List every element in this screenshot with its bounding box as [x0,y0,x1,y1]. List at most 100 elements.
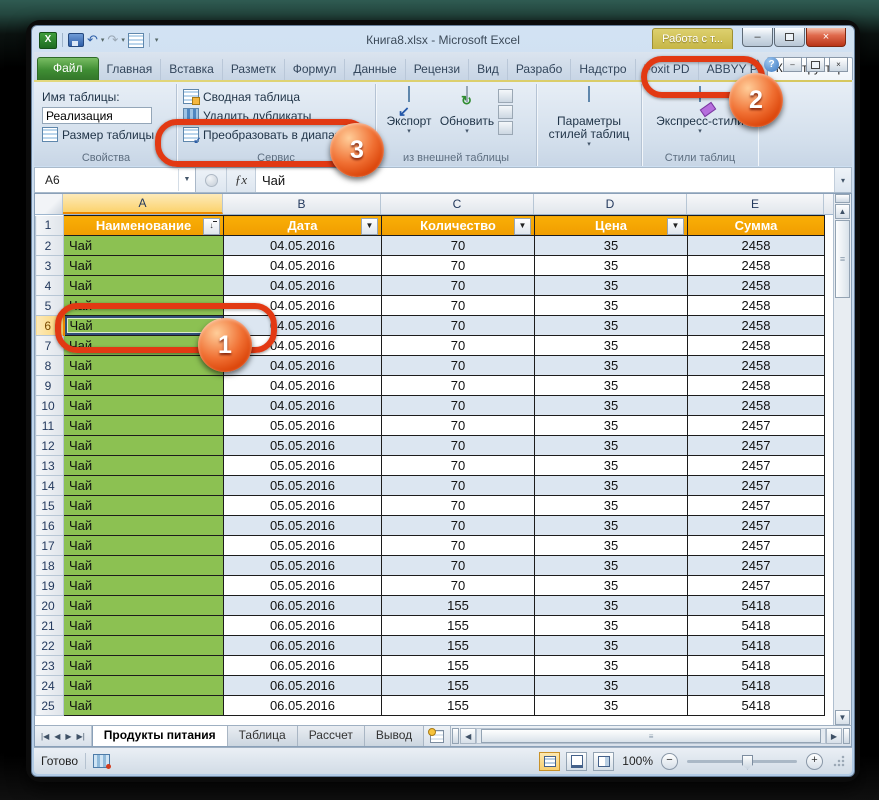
cell-sum[interactable]: 2457 [688,436,825,456]
tab-Рецензи[interactable]: Рецензи [406,59,469,80]
cell-name[interactable]: Чай [64,616,224,636]
cell-price[interactable]: 35 [535,256,688,276]
tab-Вид[interactable]: Вид [469,59,508,80]
column-header-E[interactable]: E [687,194,824,214]
cell-date[interactable]: 04.05.2016 [224,396,382,416]
cell-qty[interactable]: 70 [382,436,535,456]
cell-price[interactable]: 35 [535,416,688,436]
cell-sum[interactable]: 2458 [688,336,825,356]
export-button[interactable]: Экспорт ▾ [382,87,436,135]
cell-price[interactable]: 35 [535,236,688,256]
tab-Формул[interactable]: Формул [285,59,346,80]
cell-sum[interactable]: 5418 [688,636,825,656]
name-box[interactable]: А6 ▼ [35,168,196,192]
row-header[interactable]: 11 [36,416,64,436]
row-header[interactable]: 4 [36,276,64,296]
cell-price[interactable]: 35 [535,476,688,496]
cell-price[interactable]: 35 [535,436,688,456]
cell-qty[interactable]: 70 [382,316,535,336]
resize-grip[interactable] [833,755,845,767]
cell-sum[interactable]: 2458 [688,356,825,376]
row-header[interactable]: 13 [36,456,64,476]
cell-date[interactable]: 06.05.2016 [224,596,382,616]
tab-scrollbar-split-handle[interactable] [452,728,459,744]
header-cell-5[interactable]: Сумма [688,216,825,236]
cell-sum[interactable]: 2457 [688,516,825,536]
cell-price[interactable]: 35 [535,376,688,396]
refresh-button[interactable]: Обновить ▾ [440,87,494,135]
cell-price[interactable]: 35 [535,396,688,416]
column-header-A[interactable]: A [63,194,223,214]
row-header[interactable]: 18 [36,556,64,576]
header-cell-3[interactable]: Количество▼ [382,216,535,236]
cell-sum[interactable]: 5418 [688,656,825,676]
first-sheet-icon[interactable]: |◀ [39,731,51,742]
cell-date[interactable]: 06.05.2016 [224,616,382,636]
cell-qty[interactable]: 70 [382,256,535,276]
cell-qty[interactable]: 70 [382,536,535,556]
sheet-tab-Вывод[interactable]: Вывод [365,726,424,746]
cell-price[interactable]: 35 [535,456,688,476]
cell-sum[interactable]: 2457 [688,576,825,596]
redo-dropdown-icon[interactable]: ▾ [121,36,125,44]
cell-sum[interactable]: 2458 [688,316,825,336]
row-header[interactable]: 25 [36,696,64,716]
cell-sum[interactable]: 2457 [688,476,825,496]
row-header[interactable]: 17 [36,536,64,556]
cell-qty[interactable]: 70 [382,336,535,356]
cell-qty[interactable]: 70 [382,576,535,596]
cell-name[interactable]: Чай [64,556,224,576]
cell-sum[interactable]: 2457 [688,536,825,556]
help-icon[interactable]: ? [764,57,779,72]
scroll-up-icon[interactable]: ▲ [835,204,850,219]
cell-name[interactable]: Чай [64,536,224,556]
customize-qat-icon[interactable]: ▾ [155,36,159,44]
cell-date[interactable]: 05.05.2016 [224,476,382,496]
name-box-dropdown-icon[interactable]: ▼ [178,169,195,191]
tab-Надстро[interactable]: Надстро [571,59,635,80]
page-layout-view-button[interactable] [566,752,587,771]
row-header[interactable]: 19 [36,576,64,596]
restore-button[interactable] [774,28,805,47]
cell-price[interactable]: 35 [535,616,688,636]
save-icon[interactable] [68,33,84,47]
vertical-scrollbar[interactable]: ▲ ≡ ▼ [833,194,851,725]
cell-price[interactable]: 35 [535,576,688,596]
tab-Разрабо[interactable]: Разрабо [508,59,572,80]
cell-name[interactable]: Чай [64,576,224,596]
cell-sum[interactable]: 2458 [688,296,825,316]
cell-price[interactable]: 35 [535,296,688,316]
row-header[interactable]: 21 [36,616,64,636]
sheet-tab-Продукты питания[interactable]: Продукты питания [92,726,228,746]
open-in-browser-icon[interactable] [498,105,513,119]
cell-name[interactable]: Чай [64,516,224,536]
tab-Разметк[interactable]: Разметк [223,59,285,80]
cell-price[interactable]: 35 [535,556,688,576]
excel-app-icon[interactable]: X [39,32,57,49]
cell-qty[interactable]: 70 [382,276,535,296]
scroll-left-icon[interactable]: ◀ [460,728,476,744]
cell-date[interactable]: 05.05.2016 [224,456,382,476]
cell-name[interactable]: Чай [64,436,224,456]
workbook-minimize-button[interactable]: – [783,57,802,72]
scroll-down-icon[interactable]: ▼ [835,710,850,725]
cell-sum[interactable]: 5418 [688,596,825,616]
table-name-input[interactable] [42,107,152,124]
close-button[interactable]: × [806,28,846,47]
scrollbar-split-handle[interactable] [835,194,850,203]
cell-name[interactable]: Чай [64,636,224,656]
pivot-table-button[interactable]: Сводная таблица [183,87,369,106]
table-style-options-button[interactable]: Параметры стилей таблиц ▾ [545,87,633,148]
cell-date[interactable]: 04.05.2016 [224,376,382,396]
cell-date[interactable]: 06.05.2016 [224,676,382,696]
filter-dropdown-icon[interactable]: ▼ [361,218,378,235]
resize-table-button[interactable]: Размер таблицы [42,125,170,144]
cell-price[interactable]: 35 [535,636,688,656]
cell-name[interactable]: Чай [64,396,224,416]
cell-qty[interactable]: 70 [382,356,535,376]
tab-file[interactable]: Файл [37,57,99,80]
cell-name[interactable]: Чай [64,656,224,676]
cell-qty[interactable]: 70 [382,516,535,536]
header-cell-4[interactable]: Цена▼ [535,216,688,236]
row-header[interactable]: 10 [36,396,64,416]
